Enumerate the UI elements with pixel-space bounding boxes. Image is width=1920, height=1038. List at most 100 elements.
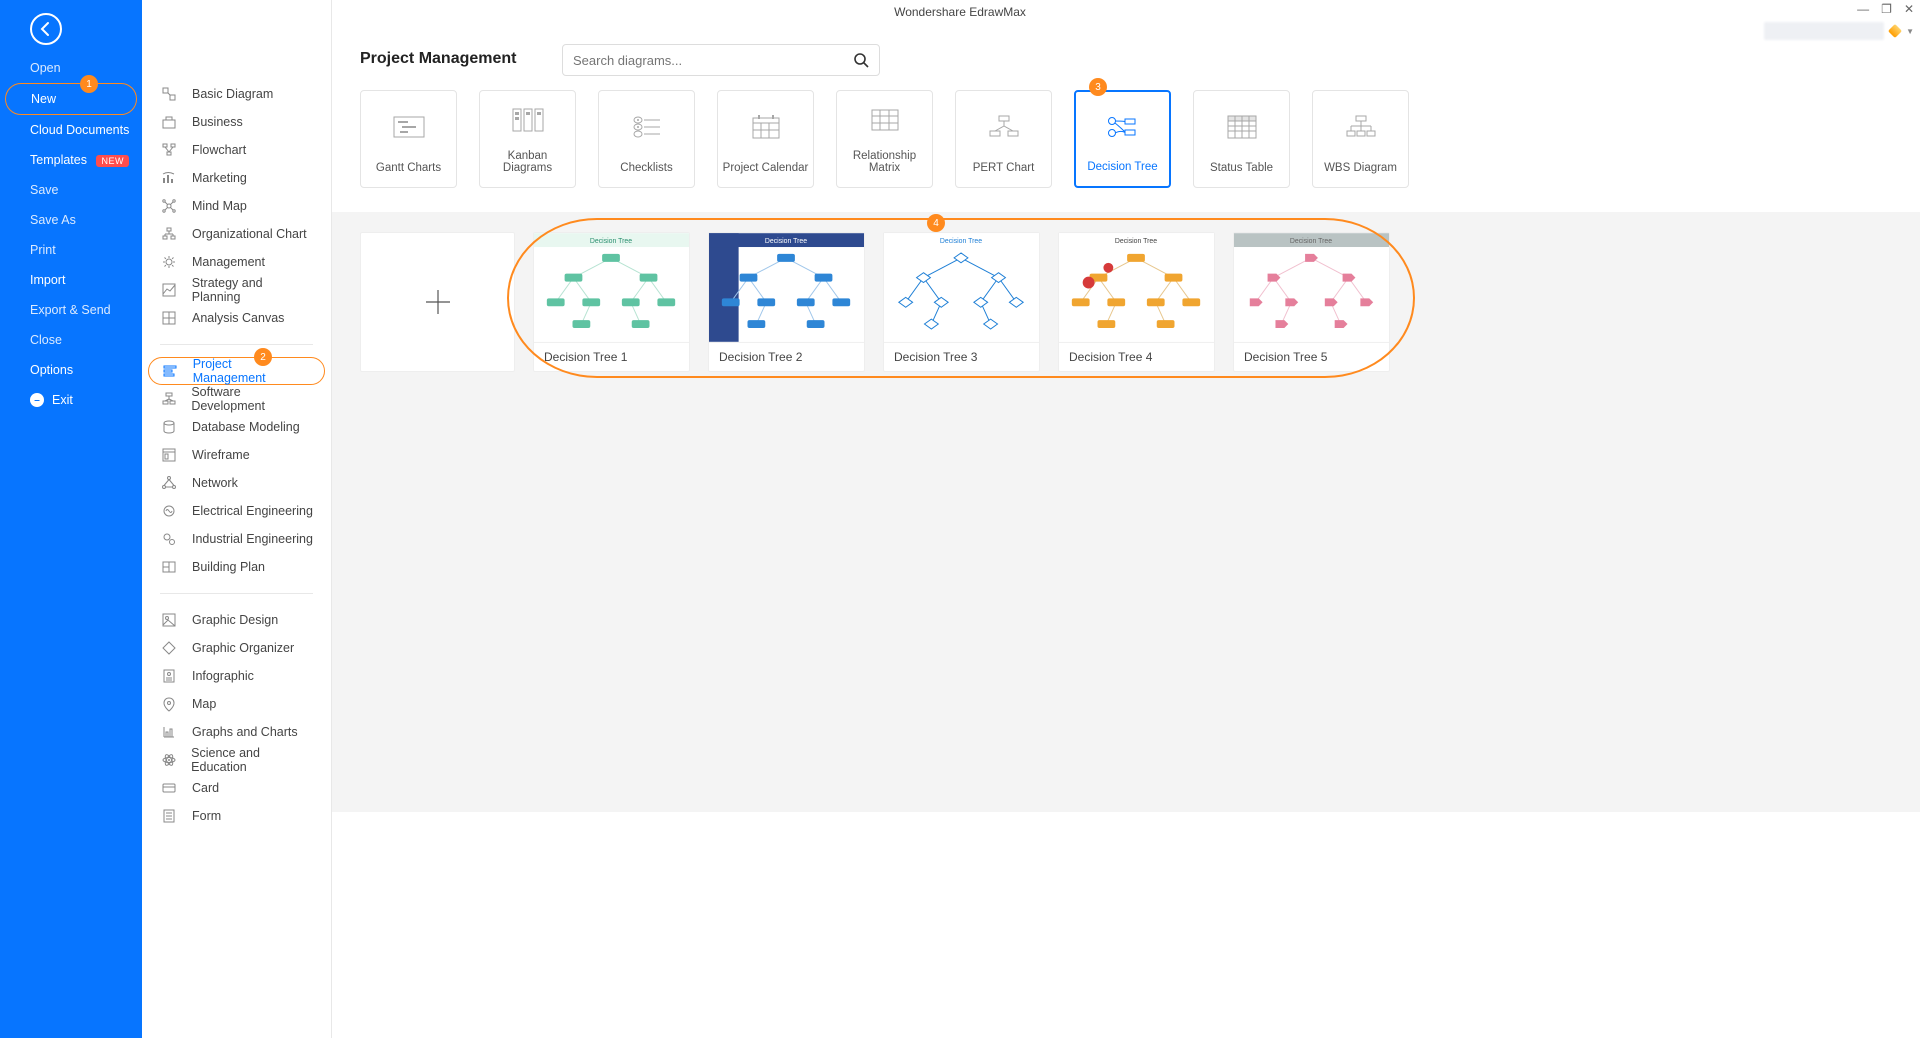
main-content: Project Management Gantt ChartsKanban Di… [332,0,1920,1038]
diagram-type-checklists[interactable]: Checklists [598,90,695,188]
category-label: Building Plan [192,560,265,574]
arrow-left-icon [38,21,54,37]
category-label: Form [192,809,221,823]
diagram-type-status-table[interactable]: Status Table [1193,90,1290,188]
category-electrical-engineering[interactable]: Electrical Engineering [142,497,331,525]
svg-text:Decision Tree: Decision Tree [1290,238,1332,245]
diagram-type-icon [392,101,426,152]
diagram-type-icon [511,101,545,140]
window-maximize-button[interactable]: ❐ [1881,2,1892,16]
category-label: Business [192,115,243,129]
template-thumbnail: Decision Tree [534,233,689,343]
category-icon [160,695,178,713]
step-badge-1: 1 [80,75,98,93]
chevron-down-icon: ▼ [1906,27,1914,36]
diagram-type-project-calendar[interactable]: Project Calendar [717,90,814,188]
templates-menu-item[interactable]: Templates NEW [0,145,142,175]
category-marketing[interactable]: Marketing [142,164,331,192]
category-label: Network [192,476,238,490]
category-sidebar[interactable]: Basic DiagramBusinessFlowchartMarketingM… [142,0,332,1038]
export-send-menu-item[interactable]: Export & Send [0,295,142,325]
options-menu-item[interactable]: Options [0,355,142,385]
new-blank-template[interactable] [360,232,515,372]
category-industrial-engineering[interactable]: Industrial Engineering [142,525,331,553]
search-box[interactable] [562,44,880,76]
category-strategy-and-planning[interactable]: Strategy and Planning [142,276,331,304]
print-menu-item[interactable]: Print [0,235,142,265]
close-menu-item[interactable]: Close [0,325,142,355]
cloud-documents-menu-item[interactable]: Cloud Documents [0,115,142,145]
svg-text:Decision Tree: Decision Tree [590,238,632,245]
category-icon [160,197,178,215]
save-menu-item[interactable]: Save [0,175,142,205]
category-icon [160,502,178,520]
window-minimize-button[interactable]: — [1857,2,1869,16]
category-wireframe[interactable]: Wireframe [142,441,331,469]
category-management[interactable]: Management [142,248,331,276]
category-form[interactable]: Form [142,802,331,830]
diagram-type-decision-tree[interactable]: Decision Tree [1074,90,1171,188]
category-icon [160,558,178,576]
search-input[interactable] [573,53,853,68]
import-menu-item[interactable]: Import [0,265,142,295]
category-icon [160,530,178,548]
back-button[interactable] [30,13,62,45]
category-software-development[interactable]: Software Development [142,385,331,413]
step-badge-3: 3 [1089,78,1107,96]
category-network[interactable]: Network [142,469,331,497]
diagram-type-label: Relationship Matrix [841,150,928,175]
category-icon [160,225,178,243]
category-project-management[interactable]: Project Management2 [148,357,325,385]
exit-menu-item[interactable]: – Exit [0,385,142,415]
diagram-type-icon [1344,101,1378,152]
user-name-blurred [1764,22,1884,40]
diagram-type-icon [987,101,1021,152]
open-menu-item[interactable]: Open [0,53,142,83]
category-building-plan[interactable]: Building Plan [142,553,331,581]
category-label: Card [192,781,219,795]
new-badge: NEW [96,155,129,167]
category-graphic-organizer[interactable]: Graphic Organizer [142,634,331,662]
category-card[interactable]: Card [142,774,331,802]
template-card-decision-tree-1[interactable]: Decision TreeDecision Tree 1 [533,232,690,372]
template-card-decision-tree-5[interactable]: Decision TreeDecision Tree 5 [1233,232,1390,372]
category-business[interactable]: Business [142,108,331,136]
diagram-type-wbs-diagram[interactable]: WBS Diagram [1312,90,1409,188]
category-icon [161,362,179,380]
category-science-and-education[interactable]: Science and Education [142,746,331,774]
template-card-decision-tree-4[interactable]: Decision TreeDecision Tree 4 [1058,232,1215,372]
category-infographic[interactable]: Infographic [142,662,331,690]
category-map[interactable]: Map [142,690,331,718]
category-mind-map[interactable]: Mind Map [142,192,331,220]
template-card-decision-tree-2[interactable]: Decision TreeDecision Tree 2 [708,232,865,372]
save-as-menu-item[interactable]: Save As [0,205,142,235]
category-organizational-chart[interactable]: Organizational Chart [142,220,331,248]
templates-label: Templates [30,153,87,167]
new-menu-item[interactable]: New [5,83,137,115]
category-icon [160,751,177,769]
category-flowchart[interactable]: Flowchart [142,136,331,164]
category-graphs-and-charts[interactable]: Graphs and Charts [142,718,331,746]
diagram-type-pert-chart[interactable]: PERT Chart [955,90,1052,188]
diagram-type-label: Decision Tree [1087,161,1157,174]
category-graphic-design[interactable]: Graphic Design [142,606,331,634]
diagram-type-gantt-charts[interactable]: Gantt Charts [360,90,457,188]
category-label: Management [192,255,265,269]
diagram-type-relationship-matrix[interactable]: Relationship Matrix [836,90,933,188]
category-icon [160,779,178,797]
category-icon [160,667,178,685]
window-close-button[interactable]: ✕ [1904,2,1914,16]
diagram-type-label: Kanban Diagrams [484,150,571,175]
category-analysis-canvas[interactable]: Analysis Canvas [142,304,331,332]
category-database-modeling[interactable]: Database Modeling [142,413,331,441]
diagram-type-kanban-diagrams[interactable]: Kanban Diagrams [479,90,576,188]
diagram-type-icon [868,101,902,140]
diagram-type-label: Gantt Charts [376,162,441,175]
template-card-decision-tree-3[interactable]: Decision TreeDecision Tree 3 [883,232,1040,372]
category-basic-diagram[interactable]: Basic Diagram [142,80,331,108]
category-label: Science and Education [191,746,313,774]
exit-label: Exit [52,393,73,407]
user-account-area[interactable]: ▼ [1764,22,1914,40]
search-icon[interactable] [853,52,869,68]
category-icon [160,309,178,327]
